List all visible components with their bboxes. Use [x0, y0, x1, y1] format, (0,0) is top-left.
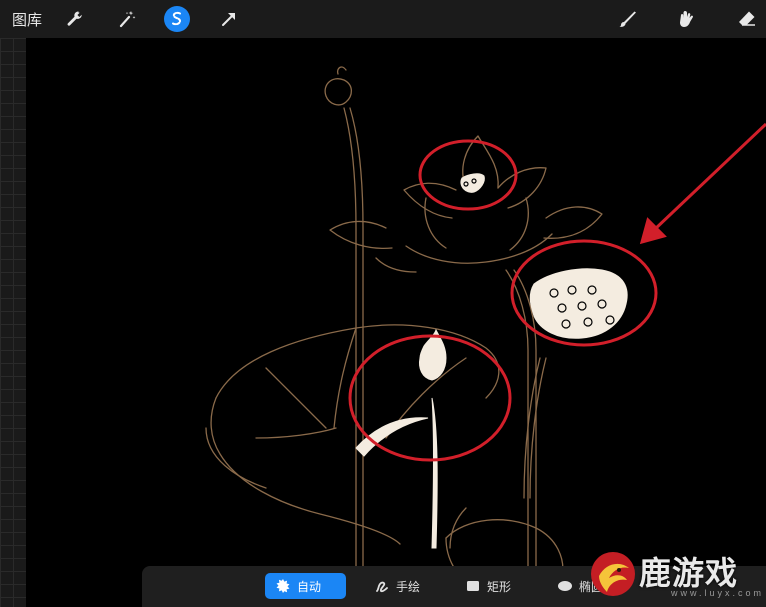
watermark: 鹿游戏 www.luyx.com [585, 540, 766, 607]
option-freehand-label: 手绘 [396, 579, 421, 594]
selection-icon[interactable] [164, 6, 190, 32]
rectangle-icon [467, 581, 479, 591]
option-rectangle[interactable]: 矩形 [455, 573, 521, 599]
ellipse-icon [558, 581, 572, 591]
option-rectangle-label: 矩形 [487, 579, 512, 594]
option-freehand[interactable]: 手绘 [364, 573, 430, 599]
freehand-icon [376, 581, 388, 593]
auto-burst-icon [276, 579, 290, 593]
magic-wand-icon[interactable] [114, 6, 140, 32]
eraser-icon[interactable] [734, 6, 760, 32]
drawing-canvas[interactable] [26, 38, 766, 607]
side-panel[interactable] [0, 38, 26, 607]
smudge-icon[interactable] [674, 6, 700, 32]
option-auto-label: 自动 [297, 579, 322, 594]
option-auto[interactable]: 自动 [265, 573, 346, 599]
deer-logo-icon [591, 552, 635, 596]
transform-arrow-icon[interactable] [216, 6, 242, 32]
wrench-icon[interactable] [62, 6, 88, 32]
top-toolbar: 图库 [0, 0, 766, 38]
watermark-url: www.luyx.com [671, 588, 765, 598]
brush-icon[interactable] [614, 6, 640, 32]
gallery-button[interactable]: 图库 [12, 9, 42, 30]
lotus-artwork [205, 66, 766, 607]
